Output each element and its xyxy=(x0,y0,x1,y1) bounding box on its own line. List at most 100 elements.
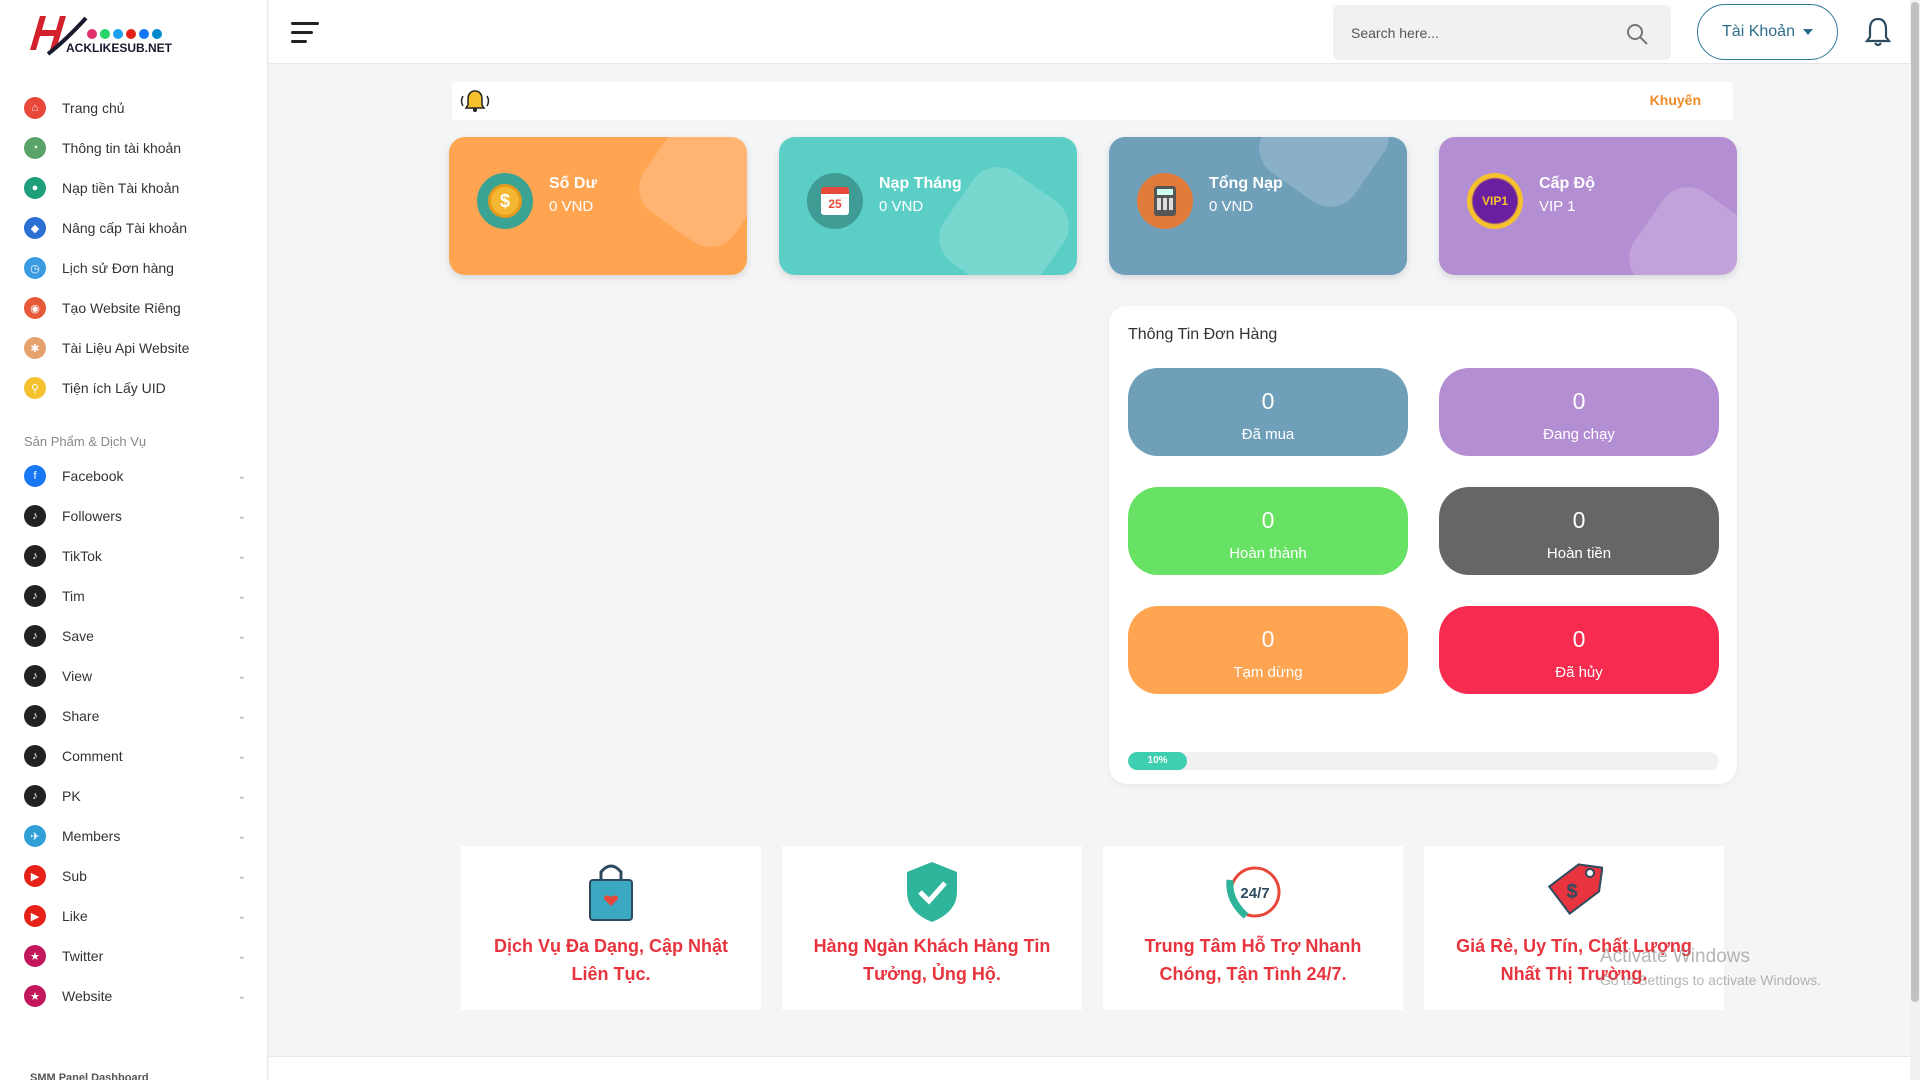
calendar-icon: 25 xyxy=(807,173,863,229)
order-stat-value: 0 xyxy=(1261,388,1275,414)
stat-card-3: Tổng Nạp 0 VND xyxy=(1109,137,1407,275)
feature-card-2: Hàng Ngàn Khách Hàng Tin Tưởng, Ủng Hộ. xyxy=(782,846,1082,1010)
stat-value: VIP 1 xyxy=(1539,198,1576,215)
sidebar-item-comment[interactable]: ♪ Comment ⌄ xyxy=(0,736,267,776)
stat-title: Số Dư xyxy=(549,175,598,192)
sidebar-item-label: Share xyxy=(62,708,100,724)
order-stat-value: 0 xyxy=(1572,626,1586,652)
order-stat-value: 0 xyxy=(1261,626,1275,652)
stat-value: 0 VND xyxy=(549,198,594,215)
sidebar-item-twitter[interactable]: ★ Twitter ⌄ xyxy=(0,936,267,976)
order-stat-1[interactable]: 0 Đã mua xyxy=(1128,368,1408,456)
account-dropdown-button[interactable]: Tài Khoản xyxy=(1697,4,1838,60)
sidebar-menu: ⌂ Trang chủ ◔ Thông tin tài khoản ● Nạp tiền … xyxy=(0,88,267,1016)
marquee-text: Khuyến xyxy=(1649,92,1701,108)
sidebar-item-label: Comment xyxy=(62,748,123,764)
sidebar-item-ti-n-ch-l-y-uid[interactable]: ⚲ Tiện ích Lấy UID xyxy=(0,368,267,408)
sidebar-item-label: Followers xyxy=(62,508,122,524)
sidebar-item-label: Like xyxy=(62,908,88,924)
order-stat-4[interactable]: 0 Hoàn tiền xyxy=(1439,487,1719,575)
chevron-down-icon: ⌄ xyxy=(237,710,246,722)
sidebar-item-tiktok[interactable]: ♪ TikTok ⌄ xyxy=(0,536,267,576)
sidebar-footer: SMM Panel Dashboard xyxy=(30,1072,149,1080)
sidebar-item-website[interactable]: ★ Website ⌄ xyxy=(0,976,267,1016)
sidebar-item-n-ng-c-p-t-i-kho-n[interactable]: ◆ Nâng cấp Tài khoản xyxy=(0,208,267,248)
calculator-icon xyxy=(1137,173,1193,229)
sidebar-item-th-ng-tin-t-i-kho-n[interactable]: ◔ Thông tin tài khoản xyxy=(0,128,267,168)
chevron-down-icon: ⌄ xyxy=(237,870,246,882)
card-decoration xyxy=(627,137,747,259)
topbar: Tài Khoản xyxy=(269,0,1920,64)
site-logo[interactable]: ACKLIKESUB.NET xyxy=(26,10,206,58)
sidebar-item-l-ch-s-n-h-ng[interactable]: ◷ Lịch sử Đơn hàng xyxy=(0,248,267,288)
history-icon: ◷ xyxy=(24,257,46,279)
tiktok-icon: ♪ xyxy=(24,625,46,647)
chevron-down-icon: ⌄ xyxy=(237,830,246,842)
sidebar-item-label: PK xyxy=(62,788,81,804)
sidebar-item-facebook[interactable]: f Facebook ⌄ xyxy=(0,456,267,496)
sidebar-item-save[interactable]: ♪ Save ⌄ xyxy=(0,616,267,656)
stat-value: 0 VND xyxy=(879,198,924,215)
home-icon: ⌂ xyxy=(24,97,46,119)
sidebar-item-t-o-website-ri-ng[interactable]: ◉ Tạo Website Riêng xyxy=(0,288,267,328)
search-icon[interactable] xyxy=(1625,22,1649,46)
sidebar-item-members[interactable]: ✈ Members ⌄ xyxy=(0,816,267,856)
sidebar-item-n-p-ti-n-t-i-kho-n[interactable]: ● Nạp tiền Tài khoản xyxy=(0,168,267,208)
tiktok-icon: ♪ xyxy=(24,665,46,687)
order-stat-6[interactable]: 0 Đã hủy xyxy=(1439,606,1719,694)
sidebar-item-followers[interactable]: ♪ Followers ⌄ xyxy=(0,496,267,536)
sidebar-item-label: Tài Liệu Api Website xyxy=(62,340,190,356)
sidebar-item-sub[interactable]: ▶ Sub ⌄ xyxy=(0,856,267,896)
feature-text: Dịch Vụ Đa Dạng, Cập Nhật Liên Tục. xyxy=(493,936,729,984)
sidebar-item-tim[interactable]: ♪ Tim ⌄ xyxy=(0,576,267,616)
members-icon: ✈ xyxy=(24,825,46,847)
sidebar-item-view[interactable]: ♪ View ⌄ xyxy=(0,656,267,696)
order-stat-value: 0 xyxy=(1572,507,1586,533)
order-stat-label: Hoàn thành xyxy=(1229,545,1307,562)
sidebar-item-label: TikTok xyxy=(62,548,102,564)
order-stat-5[interactable]: 0 Tạm dừng xyxy=(1128,606,1408,694)
svg-text:ACKLIKESUB.NET: ACKLIKESUB.NET xyxy=(66,41,173,55)
sidebar-item-t-i-li-u-api-website[interactable]: ✱ Tài Liệu Api Website xyxy=(0,328,267,368)
stat-card-1: $ Số Dư 0 VND xyxy=(449,137,747,275)
sidebar-item-pk[interactable]: ♪ PK ⌄ xyxy=(0,776,267,816)
page-scrollbar[interactable] xyxy=(1910,0,1920,1080)
tiktok-icon: ♪ xyxy=(24,785,46,807)
api-docs-icon: ✱ xyxy=(24,337,46,359)
announcement-bell-icon xyxy=(460,90,490,112)
account-label: Tài Khoản xyxy=(1722,23,1795,40)
coin-icon: $ xyxy=(477,173,533,229)
sidebar-item-label: Tạo Website Riêng xyxy=(62,300,181,316)
sidebar-item-label: Facebook xyxy=(62,468,124,484)
tiktok-icon: ♪ xyxy=(24,745,46,767)
sidebar-item-share[interactable]: ♪ Share ⌄ xyxy=(0,696,267,736)
chevron-down-icon: ⌄ xyxy=(237,470,246,482)
sidebar-item-label: Trang chủ xyxy=(62,100,125,116)
order-stat-3[interactable]: 0 Hoàn thành xyxy=(1128,487,1408,575)
chevron-down-icon: ⌄ xyxy=(237,990,246,1002)
order-stat-2[interactable]: 0 Đang chạy xyxy=(1439,368,1719,456)
sidebar-item-like[interactable]: ▶ Like ⌄ xyxy=(0,896,267,936)
chevron-down-icon: ⌄ xyxy=(237,750,246,762)
sidebar-item-label: Members xyxy=(62,828,121,844)
tiktok-icon: ♪ xyxy=(24,585,46,607)
menu-toggle-icon[interactable] xyxy=(291,22,319,44)
windows-activation-title: Activate Windows xyxy=(1600,946,1750,967)
scrollbar-thumb[interactable] xyxy=(1911,2,1919,1002)
chevron-down-icon: ⌄ xyxy=(237,790,246,802)
svg-text:$: $ xyxy=(1566,881,1577,903)
search-input[interactable] xyxy=(1333,5,1603,60)
sidebar-item-trang-ch-[interactable]: ⌂ Trang chủ xyxy=(0,88,267,128)
chevron-down-icon: ⌄ xyxy=(237,550,246,562)
facebook-icon: f xyxy=(24,465,46,487)
tiktok-icon: ♪ xyxy=(24,505,46,527)
order-progress-fill: 10% xyxy=(1128,752,1188,770)
order-stat-label: Tạm dừng xyxy=(1233,664,1303,681)
sidebar-item-label: Nâng cấp Tài khoản xyxy=(62,220,188,236)
order-stat-label: Hoàn tiền xyxy=(1546,545,1612,562)
sidebar-item-label: Twitter xyxy=(62,948,104,964)
sidebar-item-label: Lịch sử Đơn hàng xyxy=(62,260,174,276)
order-stat-label: Đã hủy xyxy=(1555,664,1603,681)
order-progress-bar: 10% xyxy=(1128,752,1719,770)
notification-bell-icon[interactable] xyxy=(1863,16,1893,48)
